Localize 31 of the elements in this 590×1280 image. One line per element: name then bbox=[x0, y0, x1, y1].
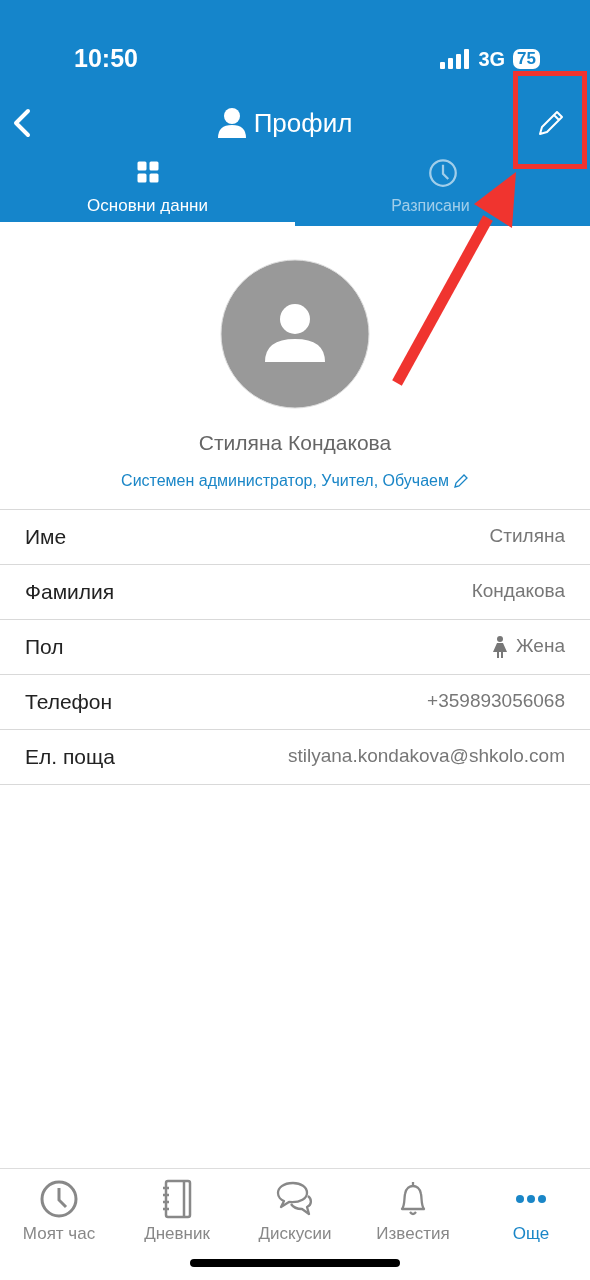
nav-tab[interactable]: Дискусии bbox=[236, 1169, 354, 1248]
battery-level: 75 bbox=[513, 49, 540, 69]
edit-icon[interactable] bbox=[452, 472, 469, 489]
female-icon bbox=[492, 635, 509, 658]
edit-icon[interactable] bbox=[536, 108, 566, 138]
field-label: Фамилия bbox=[25, 578, 115, 605]
user-roles[interactable]: Системен администратор, Учител, Обучаем bbox=[121, 468, 449, 493]
field-value: Жена bbox=[516, 634, 565, 659]
nav-tab[interactable]: Моят час bbox=[0, 1169, 118, 1248]
field-value: +359893056068 bbox=[427, 689, 565, 714]
nav-tab[interactable]: Известия bbox=[354, 1169, 472, 1248]
person-icon bbox=[217, 108, 246, 138]
more-icon bbox=[516, 1195, 546, 1203]
nav-tab[interactable]: Още bbox=[472, 1169, 590, 1248]
field-label: Пол bbox=[25, 633, 64, 660]
field-value: stilyana.kondakova@shkolo.com bbox=[288, 744, 565, 769]
clock-icon bbox=[39, 1179, 79, 1219]
field-value: Кондакова bbox=[471, 579, 565, 604]
screen-title: Профил bbox=[253, 106, 353, 140]
clock-icon bbox=[427, 158, 458, 188]
clock-time: 10:50 bbox=[74, 43, 138, 75]
user-name: Стиляна Кондакова bbox=[198, 430, 392, 456]
field-label: Име bbox=[25, 523, 67, 550]
field-label: Ел. поща bbox=[25, 743, 115, 770]
network-type: 3G bbox=[478, 47, 506, 72]
field-value: Стиляна bbox=[489, 524, 565, 549]
signal-icon bbox=[440, 49, 471, 69]
field-label: Телефон bbox=[25, 688, 113, 715]
tab[interactable]: Основни данни bbox=[0, 156, 295, 226]
nav-tab[interactable]: Дневник bbox=[118, 1169, 236, 1248]
tab[interactable]: Разписани bbox=[295, 156, 590, 226]
